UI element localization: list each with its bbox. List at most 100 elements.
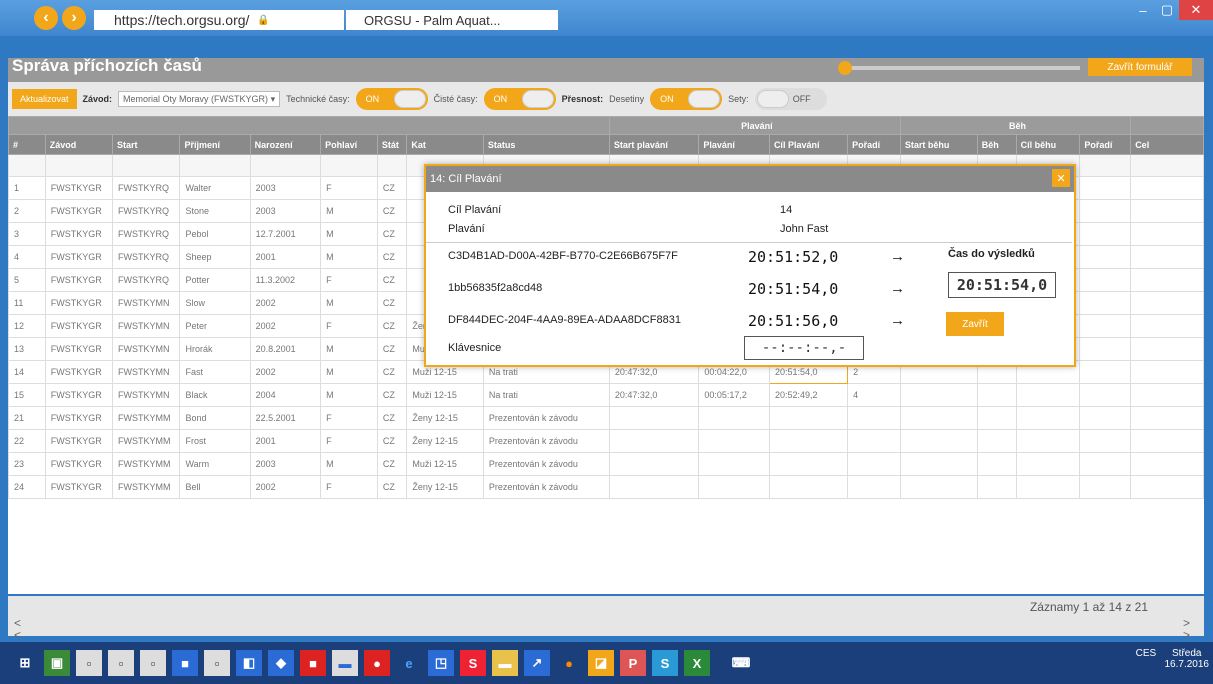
table-cell[interactable]: Bell bbox=[179, 475, 251, 499]
table-cell[interactable] bbox=[1079, 337, 1132, 361]
table-cell[interactable]: FWSTKYGR bbox=[44, 199, 114, 223]
table-cell[interactable]: Prezentován k závodu bbox=[482, 475, 610, 499]
table-cell[interactable] bbox=[976, 429, 1017, 453]
table-cell[interactable]: CZ bbox=[376, 452, 408, 476]
app-icon[interactable]: ▣ bbox=[44, 650, 70, 676]
table-row[interactable]: 24 FWSTKYGR FWSTKYMM Bell 2002 F CZ Ženy 12-15 P… bbox=[8, 475, 1204, 499]
column-header[interactable]: # bbox=[8, 134, 46, 155]
table-cell[interactable]: M bbox=[320, 383, 378, 407]
table-cell[interactable]: 23 bbox=[8, 452, 46, 476]
table-cell[interactable] bbox=[1079, 475, 1132, 499]
table-cell[interactable]: Stone bbox=[179, 199, 251, 223]
table-cell[interactable]: FWSTKYRQ bbox=[112, 268, 181, 292]
table-cell[interactable] bbox=[1130, 314, 1204, 338]
table-cell[interactable]: 5 bbox=[8, 268, 46, 292]
column-header[interactable]: Plavání bbox=[698, 134, 770, 155]
table-cell[interactable] bbox=[698, 406, 770, 430]
table-cell[interactable]: Muži 12-15 bbox=[406, 452, 484, 476]
table-cell[interactable]: M bbox=[320, 222, 378, 246]
chip-time[interactable]: 20:51:54,0 bbox=[748, 280, 838, 298]
table-cell[interactable] bbox=[1015, 429, 1081, 453]
table-cell[interactable] bbox=[1130, 222, 1204, 246]
table-cell[interactable] bbox=[768, 429, 849, 453]
result-time-input[interactable]: 20:51:54,0 bbox=[948, 272, 1056, 298]
table-cell[interactable]: FWSTKYMM bbox=[112, 429, 181, 453]
column-header[interactable]: Stát bbox=[376, 134, 408, 155]
table-cell[interactable] bbox=[698, 452, 770, 476]
table-cell[interactable]: 1 bbox=[8, 176, 46, 200]
table-cell[interactable] bbox=[608, 475, 700, 499]
table-cell[interactable]: 2003 bbox=[249, 452, 322, 476]
reload-button[interactable]: Aktualizovat bbox=[12, 89, 77, 109]
table-cell[interactable]: 11.3.2002 bbox=[249, 268, 322, 292]
table-cell[interactable]: FWSTKYGR bbox=[44, 406, 114, 430]
app-icon[interactable]: ◳ bbox=[428, 650, 454, 676]
table-cell[interactable] bbox=[1079, 291, 1132, 315]
table-cell[interactable]: Slow bbox=[179, 291, 251, 315]
app-icon[interactable]: ■ bbox=[172, 650, 198, 676]
table-cell[interactable]: F bbox=[320, 475, 378, 499]
column-filter[interactable] bbox=[179, 154, 251, 177]
table-cell[interactable]: Black bbox=[179, 383, 251, 407]
table-cell[interactable]: 20:52:49,2 bbox=[768, 383, 849, 407]
table-cell[interactable] bbox=[1079, 314, 1132, 338]
table-cell[interactable]: CZ bbox=[376, 383, 408, 407]
table-cell[interactable]: Hrorák bbox=[179, 337, 251, 361]
table-cell[interactable]: FWSTKYGR bbox=[44, 222, 114, 246]
table-cell[interactable]: M bbox=[320, 337, 378, 361]
table-cell[interactable] bbox=[1079, 406, 1132, 430]
start-icon[interactable]: ⊞ bbox=[12, 650, 38, 676]
table-cell[interactable]: FWSTKYRQ bbox=[112, 199, 181, 223]
table-cell[interactable] bbox=[1015, 475, 1081, 499]
table-cell[interactable] bbox=[608, 406, 700, 430]
table-cell[interactable]: Prezentován k závodu bbox=[482, 452, 610, 476]
table-cell[interactable]: 20.8.2001 bbox=[249, 337, 322, 361]
table-cell[interactable] bbox=[847, 452, 901, 476]
table-cell[interactable]: FWSTKYMN bbox=[112, 360, 181, 384]
table-cell[interactable]: FWSTKYGR bbox=[44, 337, 114, 361]
app-icon[interactable]: ■ bbox=[300, 650, 326, 676]
table-cell[interactable] bbox=[899, 452, 978, 476]
app-icon[interactable]: S bbox=[460, 650, 486, 676]
back-button[interactable]: ‹ bbox=[34, 6, 58, 30]
table-cell[interactable]: 3 bbox=[8, 222, 46, 246]
table-cell[interactable]: Pebol bbox=[179, 222, 251, 246]
table-cell[interactable] bbox=[899, 406, 978, 430]
table-cell[interactable]: 12 bbox=[8, 314, 46, 338]
table-row[interactable]: 22 FWSTKYGR FWSTKYMM Frost 2001 F CZ Ženy 12-15… bbox=[8, 429, 1204, 453]
table-cell[interactable]: Ženy 12-15 bbox=[406, 475, 484, 499]
column-filter[interactable] bbox=[112, 154, 181, 177]
table-cell[interactable]: F bbox=[320, 429, 378, 453]
app-icon[interactable]: ◧ bbox=[236, 650, 262, 676]
table-cell[interactable]: FWSTKYMM bbox=[112, 406, 181, 430]
table-cell[interactable] bbox=[1079, 245, 1132, 269]
table-cell[interactable]: Muži 12-15 bbox=[406, 383, 484, 407]
table-cell[interactable]: 2004 bbox=[249, 383, 322, 407]
table-cell[interactable] bbox=[1079, 268, 1132, 292]
app-icon[interactable]: ▬ bbox=[332, 650, 358, 676]
column-header[interactable]: Cíl Plavání bbox=[768, 134, 849, 155]
table-cell[interactable] bbox=[1130, 291, 1204, 315]
table-cell[interactable]: Fast bbox=[179, 360, 251, 384]
close-icon[interactable]: ✕ bbox=[1179, 0, 1213, 20]
table-cell[interactable] bbox=[698, 429, 770, 453]
table-cell[interactable]: FWSTKYRQ bbox=[112, 222, 181, 246]
table-cell[interactable]: 20:47:32,0 bbox=[608, 383, 700, 407]
table-cell[interactable]: CZ bbox=[376, 268, 408, 292]
column-filter[interactable] bbox=[376, 154, 408, 177]
table-cell[interactable] bbox=[608, 429, 700, 453]
folder-icon[interactable]: ▬ bbox=[492, 650, 518, 676]
table-cell[interactable]: M bbox=[320, 360, 378, 384]
skype-icon[interactable]: S bbox=[652, 650, 678, 676]
table-cell[interactable]: CZ bbox=[376, 291, 408, 315]
column-header[interactable]: Cel bbox=[1130, 134, 1204, 155]
table-cell[interactable] bbox=[698, 475, 770, 499]
column-header[interactable]: Narození bbox=[249, 134, 322, 155]
table-cell[interactable]: 2 bbox=[8, 199, 46, 223]
table-cell[interactable] bbox=[1079, 429, 1132, 453]
table-cell[interactable] bbox=[608, 452, 700, 476]
table-cell[interactable] bbox=[1079, 199, 1132, 223]
table-cell[interactable]: 2001 bbox=[249, 245, 322, 269]
table-cell[interactable]: 11 bbox=[8, 291, 46, 315]
column-header[interactable]: Běh bbox=[976, 134, 1017, 155]
